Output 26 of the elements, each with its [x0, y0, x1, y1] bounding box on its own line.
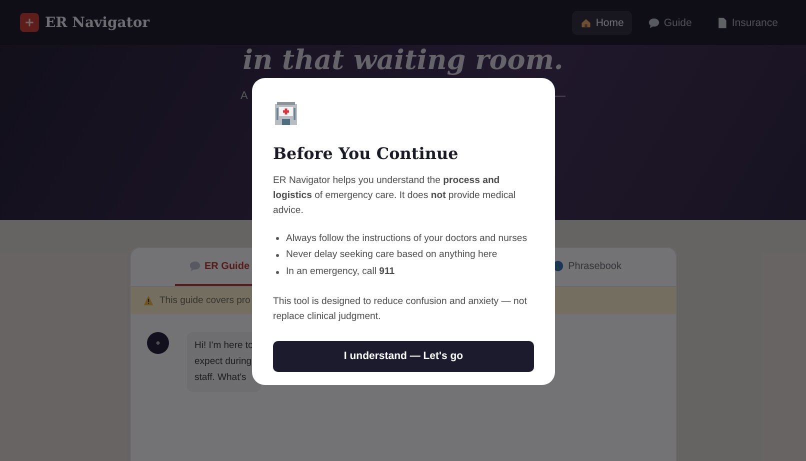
speech-bubble-icon — [188, 260, 200, 272]
speech-bubble-icon — [648, 16, 660, 28]
modal-title: Before You Continue — [273, 144, 460, 163]
bullet-point: In an emergency, call 911 — [286, 265, 395, 280]
hero-subtitle: A — [240, 90, 248, 102]
house-icon — [580, 16, 592, 28]
bullet-point: Always follow the instructions of your doctors and nurses — [286, 232, 528, 246]
document-icon — [716, 16, 728, 28]
intro-text: ER Navigator helps you understand the process and logistics of emergency care. It does not provide medical advice. — [273, 174, 517, 218]
confirm-button[interactable]: I understand — Let's go — [273, 340, 534, 372]
note-text: This tool is designed to reduce confusion and anxiety — not replace clinical judgment. — [273, 294, 528, 324]
nav-link[interactable]: Home — [572, 10, 632, 34]
notice-text: This guide covers pro — [160, 295, 250, 306]
bullet-dot — [276, 271, 279, 274]
nav-link[interactable]: Insurance — [708, 10, 786, 34]
nav-link[interactable]: Guide — [640, 10, 700, 34]
hero-subtitle: — — [554, 90, 566, 102]
bullet-dot — [276, 254, 279, 258]
warning-icon — [142, 295, 154, 306]
hero-headline: in that waiting room. — [242, 44, 564, 78]
assistant-avatar-icon — [146, 332, 168, 354]
bullet-dot — [276, 237, 279, 240]
logo-icon — [20, 13, 39, 32]
bullet-point: Never delay seeking care based on anything here — [286, 248, 498, 262]
hospital-icon — [273, 100, 299, 126]
brand-name: ER Navigator — [45, 14, 150, 30]
